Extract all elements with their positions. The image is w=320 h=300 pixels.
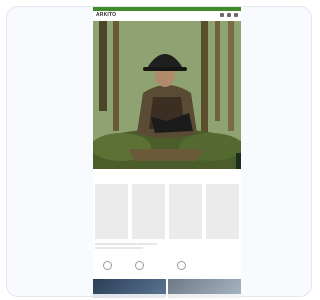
feature-item [177,258,204,272]
bottom-bar [93,294,241,298]
secure-icon [177,260,186,270]
search-icon[interactable] [220,13,224,17]
hero-image [93,21,241,169]
product-grid [93,184,241,239]
hero-banner[interactable] [93,21,241,169]
description-line [95,247,143,249]
product-card[interactable] [206,184,239,239]
product-card[interactable] [132,184,165,239]
features-row [93,258,241,272]
site-header: ARKITO [93,11,241,21]
product-card[interactable] [169,184,202,239]
account-icon[interactable] [227,13,231,17]
product-card[interactable] [95,184,128,239]
site-logo[interactable]: ARKITO [96,12,116,19]
description-line [95,243,157,245]
mobile-page: ARKITO [93,7,241,298]
cart-icon[interactable] [234,13,238,17]
side-feedback-tab[interactable] [236,153,241,169]
feature-item [135,258,162,272]
header-icons [220,13,238,17]
feature-item [103,258,130,272]
shipping-icon [103,260,112,270]
returns-icon [135,260,144,270]
